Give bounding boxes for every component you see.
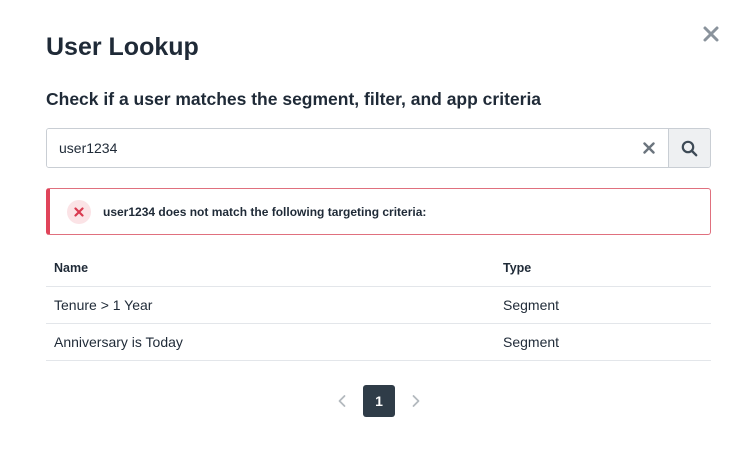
criteria-type: Segment	[495, 323, 711, 361]
clear-search-button[interactable]	[630, 129, 668, 167]
user-lookup-modal: User Lookup Check if a user matches the …	[0, 0, 756, 475]
page-number-button[interactable]: 1	[363, 385, 395, 417]
pagination: 1	[331, 385, 427, 417]
clear-icon	[643, 142, 655, 154]
chevron-right-icon	[412, 395, 420, 407]
modal-subtitle: Check if a user matches the segment, fil…	[46, 89, 542, 109]
search-icon	[681, 140, 698, 156]
user-search-box	[46, 128, 711, 168]
chevron-left-icon	[338, 395, 346, 407]
previous-page-button[interactable]	[331, 385, 353, 417]
criteria-table: Name Type Tenure > 1 Year Segment Annive…	[46, 250, 711, 361]
modal-title: User Lookup	[46, 33, 199, 61]
column-header-name: Name	[46, 250, 495, 287]
criteria-type: Segment	[495, 286, 711, 324]
column-header-type: Type	[495, 250, 711, 287]
search-button[interactable]	[668, 129, 710, 167]
table-row: Anniversary is Today Segment	[46, 323, 711, 361]
close-button[interactable]	[701, 24, 721, 44]
next-page-button[interactable]	[405, 385, 427, 417]
criteria-name: Anniversary is Today	[46, 323, 495, 361]
table-header-row: Name Type	[46, 250, 711, 287]
alert-message: user1234 does not match the following ta…	[103, 204, 427, 219]
table-row: Tenure > 1 Year Segment	[46, 286, 711, 324]
close-icon	[703, 26, 719, 42]
error-x-icon	[67, 199, 91, 224]
user-search-input[interactable]	[47, 129, 630, 167]
criteria-name: Tenure > 1 Year	[46, 286, 495, 324]
no-match-alert: user1234 does not match the following ta…	[46, 188, 711, 235]
